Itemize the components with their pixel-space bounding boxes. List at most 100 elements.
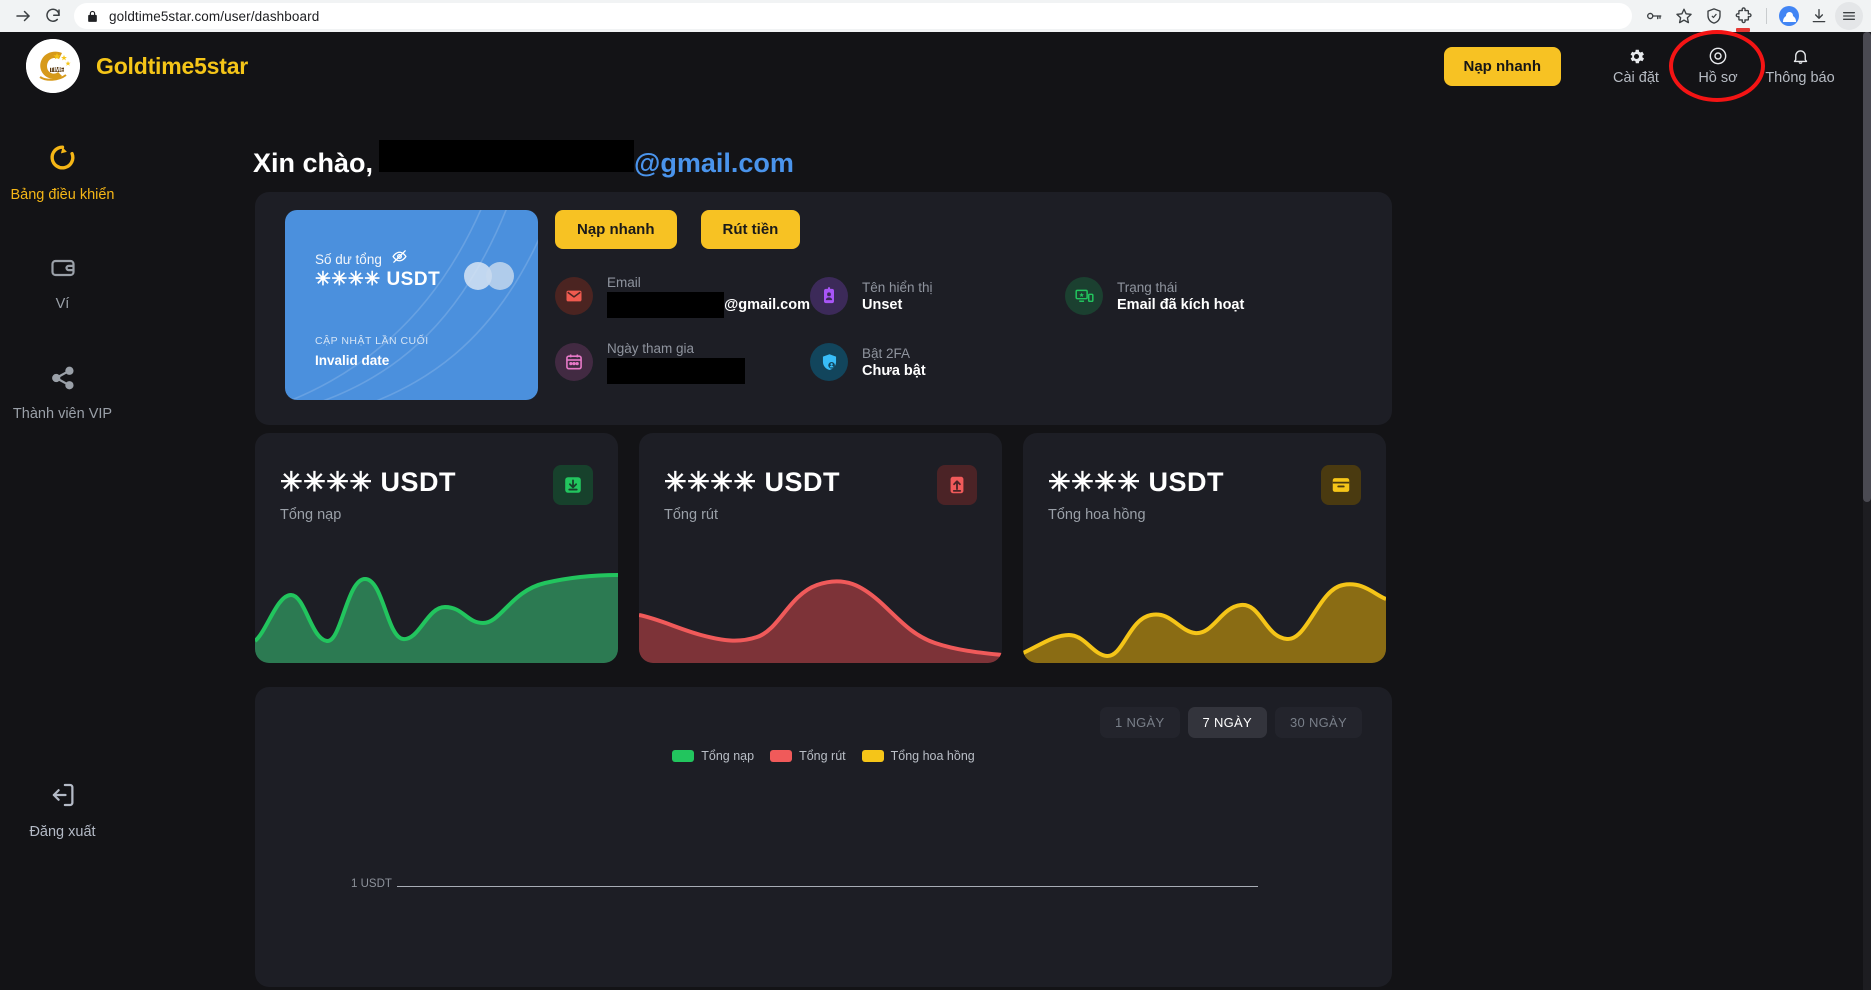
page-title: Xin chào, @gmail.com bbox=[253, 140, 794, 179]
stat-label: Tổng nạp bbox=[280, 507, 342, 523]
profile-avatar-icon[interactable] bbox=[1775, 2, 1803, 30]
app-root: TIME Goldtime5star Nạp nhanh Cài đặt Hồ … bbox=[0, 30, 1871, 990]
legend-item-withdraw[interactable]: Tổng rút bbox=[770, 749, 846, 763]
commission-box-icon bbox=[1321, 465, 1361, 505]
profile-panel: Số dư tổng ✳✳✳✳ USDT CẬP NHẬT LẦN CUỐI I… bbox=[255, 192, 1392, 425]
stat-amount: ✳✳✳✳ USDT bbox=[280, 467, 456, 497]
shield-icon[interactable] bbox=[1700, 2, 1728, 30]
balance-updated-value: Invalid date bbox=[315, 353, 390, 368]
sidebar-item-wallet[interactable]: Ví bbox=[0, 254, 125, 313]
lock-icon bbox=[86, 10, 99, 23]
info-value: Email đã kích hoạt bbox=[1117, 297, 1245, 313]
eye-off-icon[interactable] bbox=[391, 248, 408, 270]
stat-label: Tổng hoa hồng bbox=[1048, 507, 1146, 523]
device-check-icon bbox=[1065, 277, 1103, 315]
app-header: TIME Goldtime5star Nạp nhanh Cài đặt Hồ … bbox=[0, 30, 1864, 102]
star-icon[interactable] bbox=[1670, 2, 1698, 30]
download-icon[interactable] bbox=[1805, 2, 1833, 30]
sidebar-item-label: Bảng điều khiển bbox=[10, 187, 115, 203]
stat-card-deposit: ✳✳✳✳ USDT Tổng nạp bbox=[255, 433, 618, 663]
balance-label: Số dư tổng bbox=[315, 251, 382, 267]
info-label: Trạng thái bbox=[1117, 280, 1178, 295]
svg-text:TIME: TIME bbox=[50, 68, 64, 74]
stat-amount: ✳✳✳✳ USDT bbox=[664, 467, 840, 497]
browser-toolbar: goldtime5star.com/user/dashboard bbox=[0, 0, 1871, 32]
card-chip-icon bbox=[464, 262, 516, 290]
browser-actions bbox=[1640, 2, 1863, 32]
balance-amount: ✳✳✳✳ USDT bbox=[315, 269, 441, 290]
period-tab-30-days[interactable]: 30 NGÀY bbox=[1274, 707, 1362, 738]
wallet-icon bbox=[49, 254, 77, 287]
sidebar: Bảng điều khiển Ví Thành viên VIP Đăng x… bbox=[0, 100, 125, 990]
chart-gridline bbox=[397, 886, 1258, 887]
hamburger-menu-icon[interactable] bbox=[1835, 2, 1863, 30]
legend-swatch bbox=[672, 750, 695, 762]
toolbar-divider bbox=[1766, 8, 1767, 24]
url-text: goldtime5star.com/user/dashboard bbox=[109, 8, 320, 24]
key-icon[interactable] bbox=[1640, 2, 1668, 30]
stat-amount: ✳✳✳✳ USDT bbox=[1048, 467, 1224, 497]
info-item-display-name: Tên hiển thị Unset bbox=[810, 274, 1065, 318]
user-circle-icon bbox=[1708, 46, 1728, 66]
gear-icon bbox=[1627, 46, 1646, 66]
legend-swatch bbox=[770, 750, 793, 762]
sidebar-item-label: Thành viên VIP bbox=[12, 405, 113, 422]
legend-item-commission[interactable]: Tổng hoa hồng bbox=[861, 749, 975, 763]
redacted-email bbox=[607, 292, 725, 318]
legend-label: Tổng nạp bbox=[701, 749, 755, 763]
sidebar-item-logout[interactable]: Đăng xuất bbox=[0, 780, 125, 841]
sidebar-item-dashboard[interactable]: Bảng điều khiển bbox=[0, 142, 125, 204]
logout-icon bbox=[48, 780, 78, 815]
puzzle-piece-icon[interactable] bbox=[1730, 2, 1758, 32]
info-label: Ngày tham gia bbox=[607, 341, 695, 356]
balance-updated-label: CẬP NHẬT LẦN CUỐI bbox=[315, 335, 429, 347]
address-bar[interactable]: goldtime5star.com/user/dashboard bbox=[74, 3, 1632, 29]
header-nav-label: Hồ sơ bbox=[1698, 70, 1738, 86]
main-content: Xin chào, @gmail.com Số dư tổng ✳✳✳✳ USD… bbox=[125, 100, 1863, 990]
shield-user-icon bbox=[810, 343, 848, 381]
info-label: Tên hiển thị bbox=[862, 280, 933, 295]
y-axis-tick-label: 1 USDT bbox=[351, 878, 392, 890]
deposit-box-icon bbox=[553, 465, 593, 505]
id-badge-icon bbox=[810, 277, 848, 315]
quick-deposit-button[interactable]: Nạp nhanh bbox=[1443, 46, 1561, 86]
info-value: @gmail.com bbox=[607, 292, 810, 318]
info-label: Bật 2FA bbox=[862, 346, 911, 361]
info-label: Email bbox=[607, 275, 641, 290]
legend-label: Tổng hoa hồng bbox=[890, 749, 975, 763]
info-item-join-date: Ngày tham gia bbox=[555, 340, 810, 384]
period-tab-7-days[interactable]: 7 NGÀY bbox=[1187, 707, 1267, 738]
header-nav-settings[interactable]: Cài đặt bbox=[1595, 46, 1677, 86]
info-item-email: Email @gmail.com bbox=[555, 274, 810, 318]
brand[interactable]: TIME Goldtime5star bbox=[0, 39, 248, 93]
header-right: Nạp nhanh Cài đặt Hồ sơ Thông báo bbox=[1443, 30, 1864, 102]
info-value bbox=[607, 358, 745, 384]
sparkline-withdraw bbox=[639, 579, 1002, 663]
header-nav-label: Thông báo bbox=[1765, 70, 1835, 86]
page-scrollbar[interactable] bbox=[1863, 32, 1871, 990]
legend-label: Tổng rút bbox=[799, 749, 846, 763]
sidebar-item-vip[interactable]: Thành viên VIP bbox=[0, 364, 125, 423]
envelope-icon bbox=[555, 277, 593, 315]
legend-swatch bbox=[861, 750, 884, 762]
forward-arrow-icon[interactable] bbox=[8, 1, 38, 31]
profile-action-buttons: Nạp nhanh Rút tiền bbox=[555, 210, 801, 249]
deposit-button[interactable]: Nạp nhanh bbox=[555, 210, 677, 249]
withdraw-button[interactable]: Rút tiền bbox=[700, 210, 801, 249]
stat-card-commission: ✳✳✳✳ USDT Tổng hoa hồng bbox=[1023, 433, 1386, 663]
info-value: Unset bbox=[862, 297, 903, 313]
header-nav-profile[interactable]: Hồ sơ bbox=[1669, 30, 1765, 102]
reload-icon[interactable] bbox=[38, 1, 68, 31]
legend-item-deposit[interactable]: Tổng nạp bbox=[672, 749, 754, 763]
card-decoration bbox=[289, 210, 538, 400]
greeting-hello: Xin chào, bbox=[253, 148, 374, 178]
stat-label: Tổng rút bbox=[664, 507, 718, 523]
goldtime-logo-icon: TIME bbox=[26, 39, 80, 93]
balance-card: Số dư tổng ✳✳✳✳ USDT CẬP NHẬT LẦN CUỐI I… bbox=[285, 210, 538, 400]
header-nav-notifications[interactable]: Thông báo bbox=[1759, 46, 1841, 86]
stat-card-withdraw: ✳✳✳✳ USDT Tổng rút bbox=[639, 433, 1002, 663]
period-tab-1-day[interactable]: 1 NGÀY bbox=[1100, 707, 1180, 738]
scrollbar-thumb[interactable] bbox=[1863, 32, 1871, 502]
calendar-icon bbox=[555, 343, 593, 381]
brand-name: Goldtime5star bbox=[96, 52, 249, 79]
